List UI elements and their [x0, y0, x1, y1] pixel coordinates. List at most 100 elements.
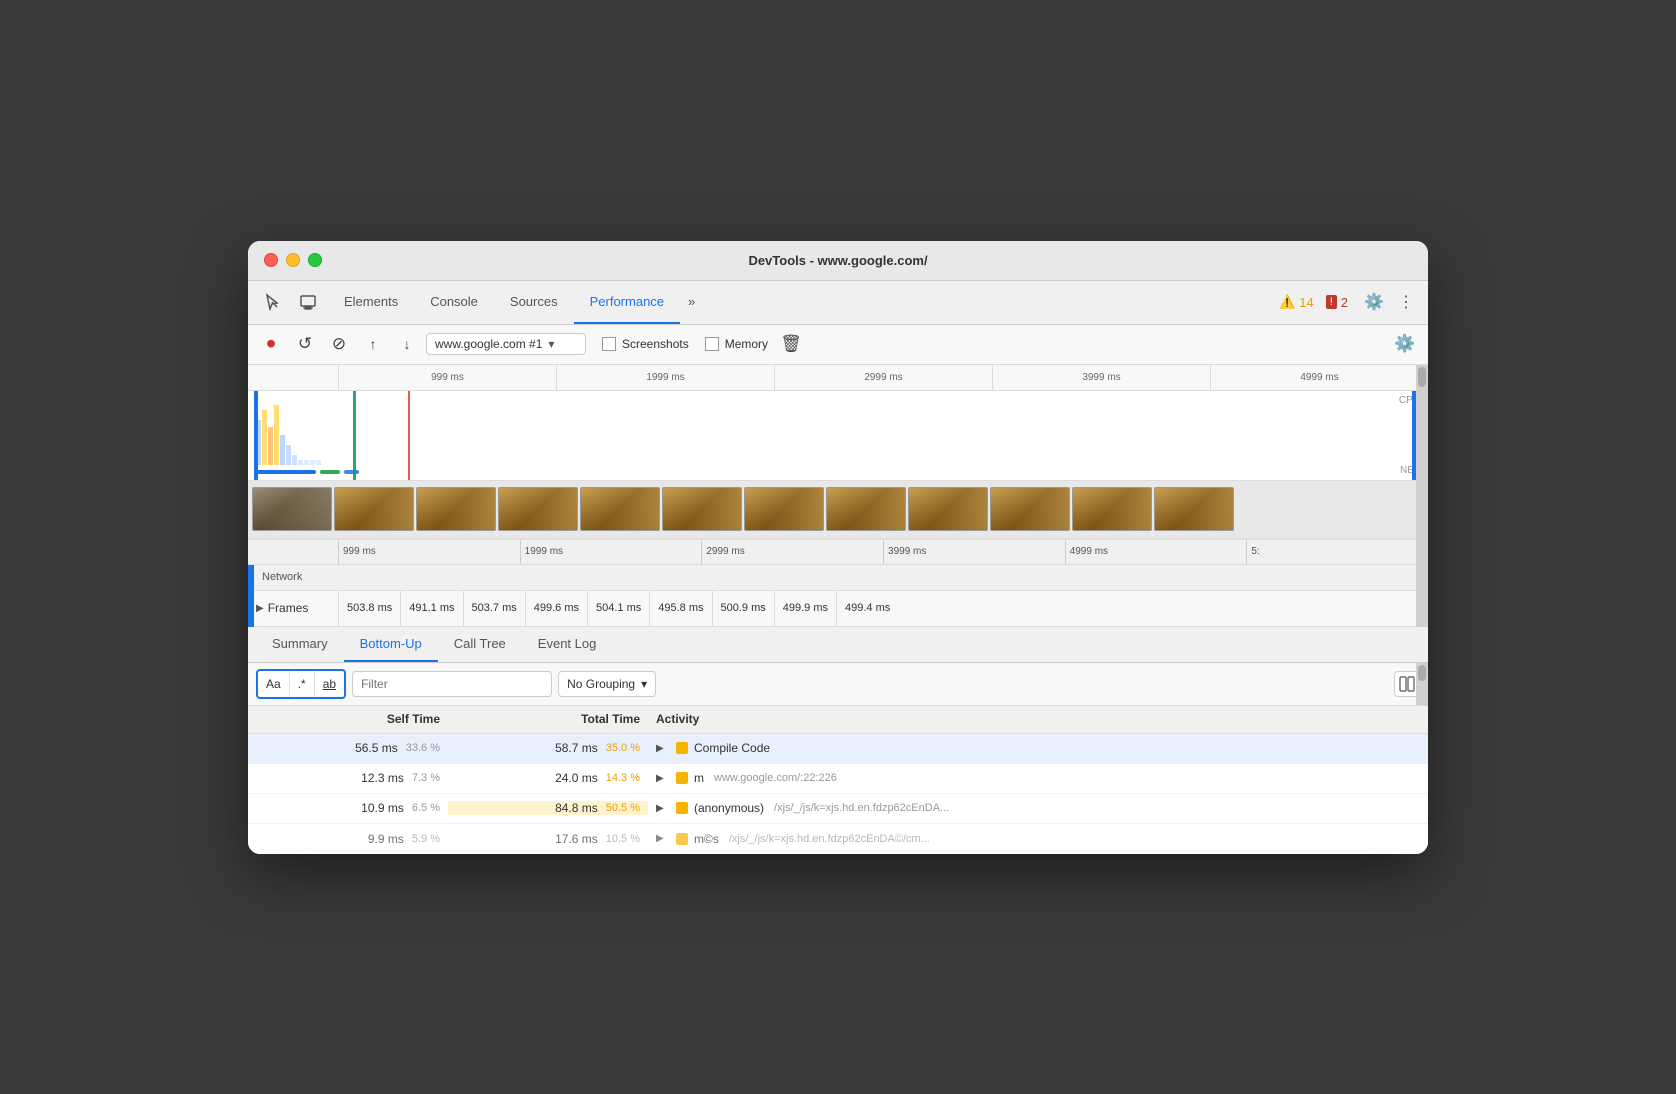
tab-elements[interactable]: Elements: [328, 280, 414, 324]
self-pct-val-3: 6.5 %: [412, 802, 440, 814]
url-select[interactable]: www.google.com #1 ▾: [426, 333, 586, 355]
errors-badge[interactable]: ! 2: [1326, 295, 1348, 310]
table-row[interactable]: 9.9 ms 5.9 % 17.6 ms 10.5 % ▶ m©s /xjs/_…: [248, 824, 1428, 854]
table-header: Self Time Total Time Activity: [248, 706, 1428, 734]
color-swatch-2: [676, 772, 688, 784]
table-row[interactable]: 10.9 ms 6.5 % 84.8 ms 50.5 % ▶ (anonymou…: [248, 794, 1428, 824]
cell-total-time-3: 84.8 ms 50.5 %: [448, 801, 648, 815]
device-icon[interactable]: [292, 286, 324, 318]
cell-self-time-2: 12.3 ms 7.3 %: [248, 771, 448, 785]
screenshot-3: [416, 487, 496, 531]
frame-time-7: 500.9 ms: [712, 590, 774, 626]
cpu-net-chart[interactable]: CPU NET: [248, 391, 1428, 481]
frame-time-4: 499.6 ms: [525, 590, 587, 626]
frames-times: 503.8 ms 491.1 ms 503.7 ms 499.6 ms 504.…: [338, 590, 898, 626]
tab-bottom-up[interactable]: Bottom-Up: [344, 626, 438, 662]
total-time-val-3: 84.8 ms: [555, 801, 598, 815]
tab-summary[interactable]: Summary: [256, 626, 344, 662]
ruler-marks: 999 ms 1999 ms 2999 ms 3999 ms 4999 ms: [248, 365, 1428, 390]
filter-input[interactable]: [352, 671, 552, 697]
cell-total-time-4: 17.6 ms 10.5 %: [448, 832, 648, 846]
timeline-ruler: 999 ms 1999 ms 2999 ms 3999 ms 4999 ms: [248, 365, 1428, 391]
header-total-time: Total Time: [448, 712, 648, 726]
clear-button[interactable]: ⊘: [324, 329, 354, 359]
frame-time-3: 503.7 ms: [463, 590, 525, 626]
warnings-badge[interactable]: ⚠️ 14: [1279, 294, 1314, 310]
screenshot-6: [662, 487, 742, 531]
frames-expand-icon[interactable]: ▶: [256, 603, 264, 614]
color-swatch-3: [676, 802, 688, 814]
cell-activity-4: ▶ m©s /xjs/_/js/k=xjs.hd.en.fdzp62cEnDA©…: [648, 832, 1428, 846]
delete-icon[interactable]: 🗑: [776, 329, 806, 359]
download-button[interactable]: ↓: [392, 329, 422, 359]
memory-checkbox[interactable]: Memory: [705, 337, 768, 351]
close-button[interactable]: [264, 253, 278, 267]
screenshot-7: [744, 487, 824, 531]
expand-icon-2[interactable]: ▶: [656, 773, 670, 784]
self-pct-val-4: 5.9 %: [412, 833, 440, 845]
upload-button[interactable]: ↑: [358, 329, 388, 359]
screenshots-area: [248, 481, 1428, 539]
grouping-select[interactable]: No Grouping ▾: [558, 671, 656, 697]
dropdown-arrow-icon: ▾: [548, 337, 554, 351]
regex-button[interactable]: .*: [290, 671, 315, 697]
tab-sources[interactable]: Sources: [494, 280, 574, 324]
expand-icon-3[interactable]: ▶: [656, 803, 670, 814]
cell-self-time-3: 10.9 ms 6.5 %: [248, 801, 448, 815]
frame-time-5: 504.1 ms: [587, 590, 649, 626]
devtools-window: DevTools - www.google.com/ Elements Cons…: [248, 241, 1428, 854]
case-sensitive-button[interactable]: Aa: [258, 671, 290, 697]
ruler-mark-5: 4999 ms: [1210, 365, 1428, 390]
table-row[interactable]: 12.3 ms 7.3 % 24.0 ms 14.3 % ▶ m www.goo…: [248, 764, 1428, 794]
filter-bar: Aa .* ab No Grouping ▾: [248, 663, 1428, 706]
self-time-val-2: 12.3 ms: [361, 771, 404, 785]
ruler-mark-3: 2999 ms: [774, 365, 992, 390]
whole-word-button[interactable]: ab: [315, 671, 344, 697]
error-icon: !: [1326, 295, 1337, 309]
capture-settings-icon[interactable]: ⚙️: [1390, 329, 1420, 359]
data-table: Self Time Total Time Activity 56.5 ms 33…: [248, 706, 1428, 854]
bottom-mark-3: 2999 ms: [701, 540, 883, 564]
expand-icon-1[interactable]: ▶: [656, 743, 670, 754]
screenshot-2: [334, 487, 414, 531]
color-swatch-1: [676, 742, 688, 754]
bottom-mark-2: 1999 ms: [520, 540, 702, 564]
header-self-time: Self Time: [248, 712, 448, 726]
bottom-ruler: 999 ms 1999 ms 2999 ms 3999 ms 4999 ms 5…: [248, 539, 1428, 565]
tab-call-tree[interactable]: Call Tree: [438, 626, 522, 662]
frame-time-2: 491.1 ms: [400, 590, 462, 626]
grouping-dropdown-icon: ▾: [641, 677, 647, 691]
expand-icon-4[interactable]: ▶: [656, 833, 670, 844]
screenshots-checkbox[interactable]: Screenshots: [602, 337, 689, 351]
cell-self-time-4: 9.9 ms 5.9 %: [248, 832, 448, 846]
total-pct-val-3: 50.5 %: [606, 802, 640, 814]
filter-group: Aa .* ab: [256, 669, 346, 699]
more-options-icon[interactable]: ⋮: [1392, 288, 1420, 316]
color-swatch-4: [676, 833, 688, 845]
table-row[interactable]: 56.5 ms 33.6 % 58.7 ms 35.0 % ▶ Compile …: [248, 734, 1428, 764]
network-frames-row: Network: [248, 565, 1428, 591]
tab-event-log[interactable]: Event Log: [522, 626, 613, 662]
screenshot-12: [1154, 487, 1234, 531]
cell-activity-1: ▶ Compile Code: [648, 741, 1428, 755]
self-pct-val-1: 33.6 %: [406, 742, 440, 754]
tab-console[interactable]: Console: [414, 280, 494, 324]
cell-activity-2: ▶ m www.google.com/:22:226: [648, 771, 1428, 785]
reload-button[interactable]: ↺: [290, 329, 320, 359]
warning-icon: ⚠️: [1279, 294, 1295, 310]
record-button[interactable]: ⏺: [256, 329, 286, 359]
activity-text-2: m: [694, 771, 704, 785]
activity-text-3: (anonymous): [694, 801, 764, 815]
settings-icon[interactable]: ⚙️: [1360, 288, 1388, 316]
memory-checkbox-box[interactable]: [705, 337, 719, 351]
screenshot-11: [1072, 487, 1152, 531]
tab-more[interactable]: »: [680, 280, 703, 324]
total-time-val-1: 58.7 ms: [555, 741, 598, 755]
tab-performance[interactable]: Performance: [574, 280, 680, 324]
cursor-icon[interactable]: [256, 286, 288, 318]
titlebar: DevTools - www.google.com/: [248, 241, 1428, 281]
perf-toolbar: ⏺ ↺ ⊘ ↑ ↓ www.google.com #1 ▾ Screenshot…: [248, 325, 1428, 365]
minimize-button[interactable]: [286, 253, 300, 267]
screenshots-checkbox-box[interactable]: [602, 337, 616, 351]
maximize-button[interactable]: [308, 253, 322, 267]
